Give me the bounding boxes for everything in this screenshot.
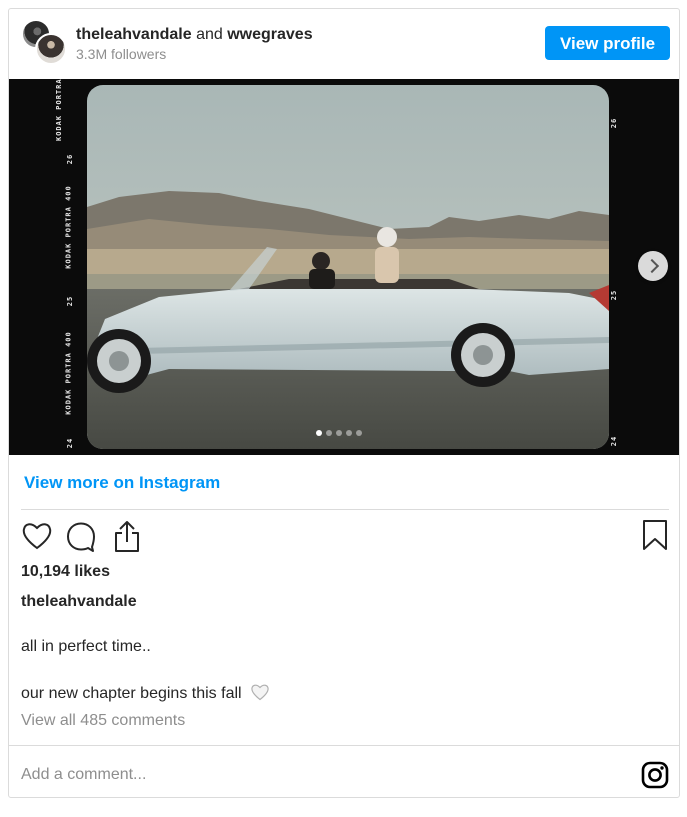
carousel-indicator — [316, 430, 362, 438]
film-frame-number: 25 — [66, 295, 75, 307]
comment-icon[interactable] — [65, 521, 97, 553]
post-media[interactable]: KODAK PORTRA 26 KODAK PORTRA 400 25 KODA… — [9, 79, 679, 455]
author-conjunction: and — [196, 26, 223, 43]
heart-emoji-icon — [251, 684, 269, 701]
bookmark-icon[interactable] — [641, 519, 669, 551]
film-frame-number: 26 — [66, 153, 75, 165]
follower-count: 3.3M followers — [76, 46, 167, 62]
instagram-embed-card: theleahvandale and wwegraves 3.3M follow… — [8, 8, 680, 798]
caption-text: all in perfect time.. — [21, 638, 151, 655]
chevron-right-icon[interactable] — [638, 251, 668, 281]
carousel-dot — [326, 430, 332, 436]
film-frame-number: 25 — [610, 289, 619, 301]
author-link-2[interactable]: wwegraves — [227, 26, 312, 43]
view-more-link[interactable]: View more on Instagram — [24, 473, 220, 493]
view-profile-button[interactable]: View profile — [545, 26, 670, 60]
film-label: KODAK PORTRA 400 — [64, 185, 73, 269]
share-icon[interactable] — [111, 519, 143, 553]
view-all-comments-link[interactable]: View all 485 comments — [21, 712, 185, 730]
heart-icon[interactable] — [21, 521, 53, 551]
caption-text: our new chapter begins this fall — [21, 683, 270, 703]
post-photo — [9, 79, 679, 455]
film-frame-number: 24 — [610, 435, 619, 447]
divider — [9, 745, 679, 746]
film-frame-number: 26 — [610, 117, 619, 129]
instagram-icon[interactable] — [641, 761, 669, 789]
avatar-group[interactable] — [21, 19, 69, 67]
like-count[interactable]: 10,194 likes — [21, 563, 110, 581]
divider — [21, 509, 669, 510]
carousel-dot — [346, 430, 352, 436]
film-label: KODAK PORTRA — [55, 79, 63, 141]
caption-username[interactable]: theleahvandale — [21, 593, 137, 611]
caption-text-line: our new chapter begins this fall — [21, 685, 242, 702]
avatar-wwegraves[interactable] — [35, 33, 67, 65]
author-link-1[interactable]: theleahvandale — [76, 26, 192, 43]
film-frame-number: 24 — [66, 437, 75, 449]
comment-input[interactable] — [21, 760, 611, 790]
carousel-dot — [316, 430, 322, 436]
post-header: theleahvandale and wwegraves 3.3M follow… — [9, 9, 679, 78]
carousel-dot — [336, 430, 342, 436]
carousel-dot — [356, 430, 362, 436]
post-authors: theleahvandale and wwegraves — [76, 25, 313, 45]
film-label: KODAK PORTRA 400 — [64, 331, 73, 415]
